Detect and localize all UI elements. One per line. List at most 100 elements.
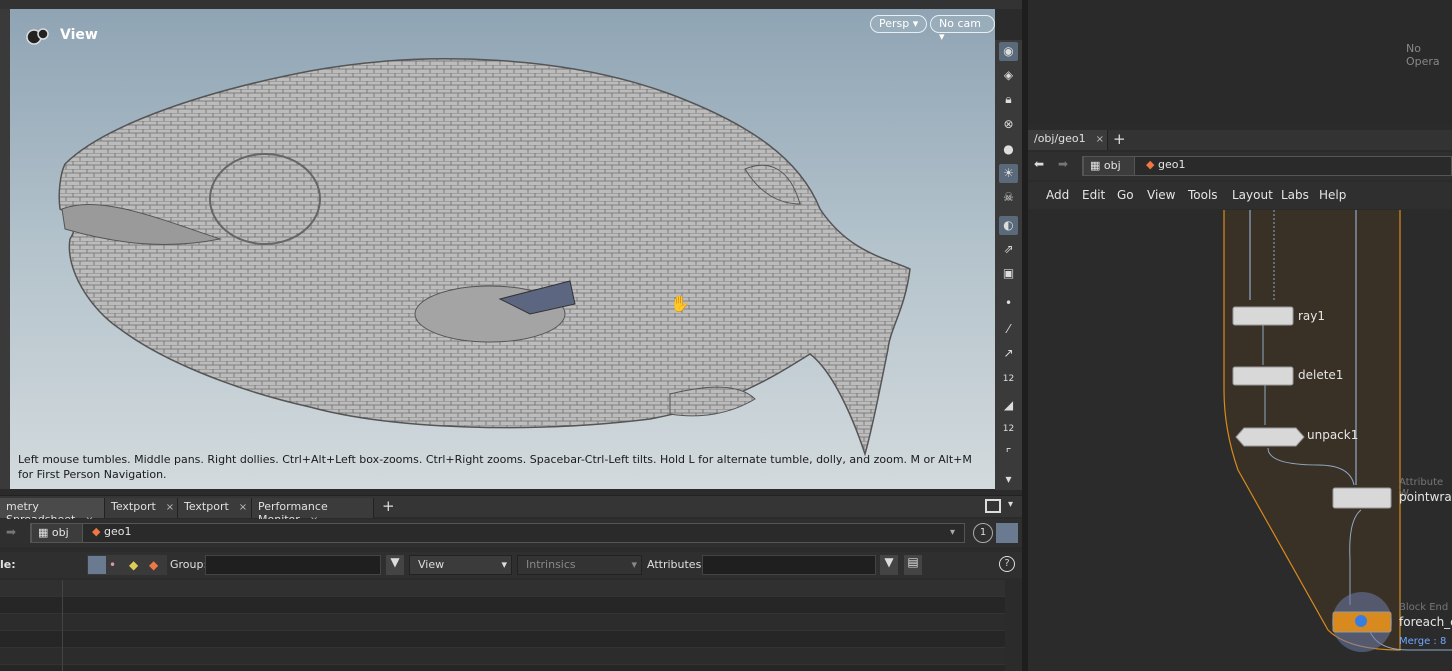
net-path-geo[interactable]: ◆ geo1 xyxy=(1140,156,1191,176)
tab-obj-geo1[interactable]: /obj/geo1 × xyxy=(1028,130,1108,150)
tab-label: Textport xyxy=(184,500,229,513)
net-path-obj-label: obj xyxy=(1103,159,1121,172)
camera-view-icon xyxy=(26,28,49,45)
mode-label: le: xyxy=(0,558,16,571)
camera-dropdown[interactable]: No cam ▾ xyxy=(930,15,995,43)
menu-tools[interactable]: Tools xyxy=(1188,188,1218,202)
camera-label: No cam xyxy=(939,17,981,30)
tab-geometry-spreadsheet[interactable]: metry Spreadsheet× xyxy=(0,498,105,526)
table-row[interactable] xyxy=(0,597,1005,614)
path-obj[interactable]: ▦ obj xyxy=(31,523,83,543)
points-icon[interactable] xyxy=(88,556,106,574)
net-path-geo-label: geo1 xyxy=(1157,158,1186,171)
pin-badge[interactable]: 1 xyxy=(973,523,993,543)
tab-textport-2[interactable]: Textport × xyxy=(178,498,252,518)
tab-label: /obj/geo1 xyxy=(1034,132,1086,145)
shading-icon[interactable]: ◐ xyxy=(999,216,1018,235)
network-path-field[interactable] xyxy=(1082,156,1452,176)
menu-labs[interactable]: Labs xyxy=(1281,188,1309,202)
detail-icon[interactable]: ◆ xyxy=(149,558,158,572)
prim-numbers-icon[interactable]: 12 xyxy=(999,420,1018,439)
net-path-obj[interactable]: ▦ obj xyxy=(1083,156,1135,176)
node-ray1[interactable]: ray1 xyxy=(1298,309,1325,323)
maximize-pane-icon[interactable] xyxy=(985,499,1001,513)
geometry-spreadsheet xyxy=(0,580,1005,671)
tab-textport-1[interactable]: Textport × xyxy=(105,498,178,518)
scene-viewport[interactable]: View Persp ▾ No cam ▾ ✋ Left mouse tumbl… xyxy=(10,9,995,489)
node-unpack1[interactable]: unpack1 xyxy=(1307,428,1358,442)
persp-label: Persp xyxy=(879,17,910,30)
skull-icon[interactable]: ☠ xyxy=(999,188,1018,207)
path-dropdown-icon[interactable]: ▾ xyxy=(950,527,955,538)
close-icon[interactable]: × xyxy=(239,502,247,513)
table-row[interactable] xyxy=(0,631,1005,648)
corner-icon[interactable]: ⌜ xyxy=(999,444,1018,463)
network-editor[interactable]: ray1 delete1 unpack1 Attribute W pointwr… xyxy=(1028,210,1452,671)
filter-icon[interactable]: ▼ xyxy=(386,555,404,575)
eye-icon[interactable]: ◉ xyxy=(999,42,1018,61)
back-arrow-icon[interactable]: ⬅ xyxy=(1034,157,1044,171)
node-foreach-end[interactable]: foreach_e xyxy=(1399,615,1452,629)
viewport-display-tools: ◉ ◈ 🔒︎ ⊗ ● ☀ ☠ ◐ ⇗ ▣ • ⁄ ↗ 12 ◢ 12 ⌜ ▾ xyxy=(995,40,1022,490)
brush-icon[interactable]: ◢ xyxy=(999,396,1018,415)
pane-menu-icon[interactable]: ▾ xyxy=(1008,499,1013,510)
attributes-label: Attributes: xyxy=(647,558,706,571)
menu-layout[interactable]: Layout xyxy=(1232,188,1273,202)
table-header xyxy=(0,580,1005,597)
sphere-icon[interactable]: ● xyxy=(999,140,1018,159)
layers-icon[interactable]: ◈ xyxy=(999,66,1018,85)
merge-count-label: Merge : 8 xyxy=(1399,636,1447,647)
lock-icon[interactable]: 🔒︎ xyxy=(999,90,1018,109)
view-dropdown[interactable]: View ▾ xyxy=(409,555,512,575)
fish-mesh xyxy=(58,58,911,457)
help-icon[interactable]: ? xyxy=(999,556,1015,572)
node-type-label: Block End xyxy=(1399,602,1449,613)
network-menu-bar: Add Edit Go View Tools Layout Labs Help xyxy=(1028,182,1452,209)
point-numbers-icon[interactable]: 12 xyxy=(999,370,1018,389)
normals-icon[interactable]: ⇗ xyxy=(999,240,1018,259)
obj-icon: ▦ xyxy=(38,526,52,539)
path-geo[interactable]: ◆ geo1 xyxy=(86,523,137,543)
spreadsheet-filter-bar: le: • ◆ ◆ Group: ▼ View ▾ Intrinsics ▾ Att… xyxy=(0,552,1022,578)
forward-arrow-icon[interactable]: ➡ xyxy=(1058,157,1068,171)
geo-icon: ◆ xyxy=(1146,158,1158,171)
hand-cursor-icon: ✋ xyxy=(670,294,690,313)
attributes-input[interactable] xyxy=(702,555,876,575)
camera-icon[interactable]: ▣ xyxy=(999,264,1018,283)
sheet-options-icon[interactable]: ▤ xyxy=(904,555,922,575)
chevron-down-icon[interactable]: ▾ xyxy=(999,470,1018,489)
network-graph xyxy=(1223,210,1452,652)
forward-arrow-icon[interactable]: ➡ xyxy=(6,525,16,539)
point-icon[interactable]: • xyxy=(999,294,1018,313)
path-field[interactable] xyxy=(30,523,965,543)
attribute-filter-icon[interactable]: ▼ xyxy=(880,555,898,575)
node-delete1[interactable]: delete1 xyxy=(1298,368,1343,382)
menu-add[interactable]: Add xyxy=(1046,188,1069,202)
menu-go[interactable]: Go xyxy=(1117,188,1134,202)
close-icon[interactable]: × xyxy=(1096,134,1104,145)
add-tab-icon[interactable]: + xyxy=(382,497,395,515)
table-row[interactable] xyxy=(0,614,1005,631)
edge-icon[interactable]: ⁄ xyxy=(999,320,1018,339)
close-circle-icon[interactable]: ⊗ xyxy=(999,115,1018,134)
tab-performance-monitor[interactable]: Performance Monitor× xyxy=(252,498,374,526)
add-tab-icon[interactable]: + xyxy=(1113,130,1126,148)
menu-view[interactable]: View xyxy=(1147,188,1175,202)
menu-edit[interactable]: Edit xyxy=(1082,188,1105,202)
link-icon[interactable] xyxy=(996,523,1018,543)
vector-icon[interactable]: ↗ xyxy=(999,344,1018,363)
group-input[interactable] xyxy=(205,555,381,575)
menu-help[interactable]: Help xyxy=(1319,188,1346,202)
group-label: Group: xyxy=(170,558,208,571)
primitives-icon[interactable]: ◆ xyxy=(129,558,138,572)
network-path-bar: ⬅ ➡ ▦ obj ◆ geo1 xyxy=(1028,152,1452,180)
persp-dropdown[interactable]: Persp ▾ xyxy=(870,15,928,33)
intrinsics-dropdown[interactable]: Intrinsics ▾ xyxy=(517,555,642,575)
table-row[interactable] xyxy=(0,648,1005,665)
light-bulb-icon[interactable]: ☀ xyxy=(999,164,1018,183)
vertices-icon[interactable]: • xyxy=(109,558,116,572)
close-icon[interactable]: × xyxy=(166,502,174,513)
node-pointwrangle[interactable]: pointwran xyxy=(1399,490,1452,504)
intrinsics-label: Intrinsics xyxy=(526,558,576,571)
column-divider xyxy=(62,580,63,671)
